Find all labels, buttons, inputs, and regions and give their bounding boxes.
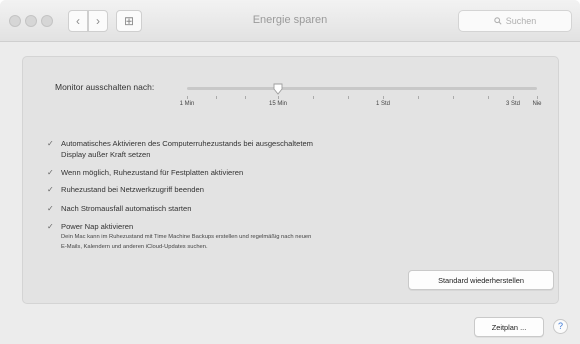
option-label: Nach Stromausfall automatisch starten [61,204,192,213]
search-field[interactable]: Suchen [458,10,572,32]
settings-panel: Monitor ausschalten nach: 1 Min 15 Min 1… [22,56,559,304]
monitor-off-slider[interactable] [187,87,537,90]
slider-tick [278,96,279,99]
schedule-button[interactable]: Zeitplan ... [474,317,544,337]
option-label: Wenn möglich, Ruhezustand für Festplatte… [61,168,244,177]
restore-defaults-button[interactable]: Standard wiederherstellen [408,270,554,290]
slider-tick [187,96,188,99]
option-power-nap[interactable]: ✓ Power Nap aktivieren Dein Mac kann im … [47,221,311,252]
checkmark-icon[interactable]: ✓ [47,139,56,148]
power-nap-description: Dein Mac kann im Ruhezustand mit Time Ma… [61,234,312,240]
slider-tick [348,96,349,99]
help-button[interactable]: ? [553,319,568,334]
slider-tick [383,96,384,99]
slider-thumb[interactable] [273,83,283,95]
option-label: Ruhezustand bei Netzwerkzugriff beenden [61,185,204,194]
option-restart-power-failure[interactable]: ✓ Nach Stromausfall automatisch starten [47,203,191,214]
tick-label-3-std: 3 Std [505,101,521,107]
tick-label-1-std: 1 Std [375,101,391,107]
slider-tick [216,96,217,99]
option-label: Automatisches Aktivieren des Computerruh… [61,139,313,148]
monitor-off-label: Monitor ausschalten nach: [55,82,155,92]
option-label: Power Nap aktivieren [61,222,134,231]
checkmark-icon[interactable]: ✓ [47,185,56,194]
option-wake-network[interactable]: ✓ Ruhezustand bei Netzwerkzugriff beende… [47,184,204,195]
checkmark-icon[interactable]: ✓ [47,204,56,213]
power-nap-description-continued: E-Mails, Kalendern und anderen iCloud-Up… [61,244,208,250]
option-prevent-sleep[interactable]: ✓ Automatisches Aktivieren des Computerr… [47,138,313,160]
option-label-continued: Display außer Kraft setzen [61,150,151,159]
search-icon [494,17,502,25]
tick-label-1-min: 1 Min [179,101,195,107]
option-disk-sleep[interactable]: ✓ Wenn möglich, Ruhezustand für Festplat… [47,167,243,178]
slider-tick [537,96,538,99]
search-placeholder: Suchen [505,16,537,26]
title-bar: ‹ › ⊞ Energie sparen Suchen [0,0,580,42]
preferences-window: ‹ › ⊞ Energie sparen Suchen Monitor auss… [0,0,580,344]
checkmark-icon[interactable]: ✓ [47,222,56,231]
slider-tick [513,96,514,99]
checkmark-icon[interactable]: ✓ [47,168,56,177]
tick-label-nie: Nie [532,101,542,107]
slider-tick [418,96,419,99]
slider-tick [453,96,454,99]
slider-tick [245,96,246,99]
slider-tick [488,96,489,99]
slider-tick [313,96,314,99]
tick-label-15-min: 15 Min [268,101,288,107]
